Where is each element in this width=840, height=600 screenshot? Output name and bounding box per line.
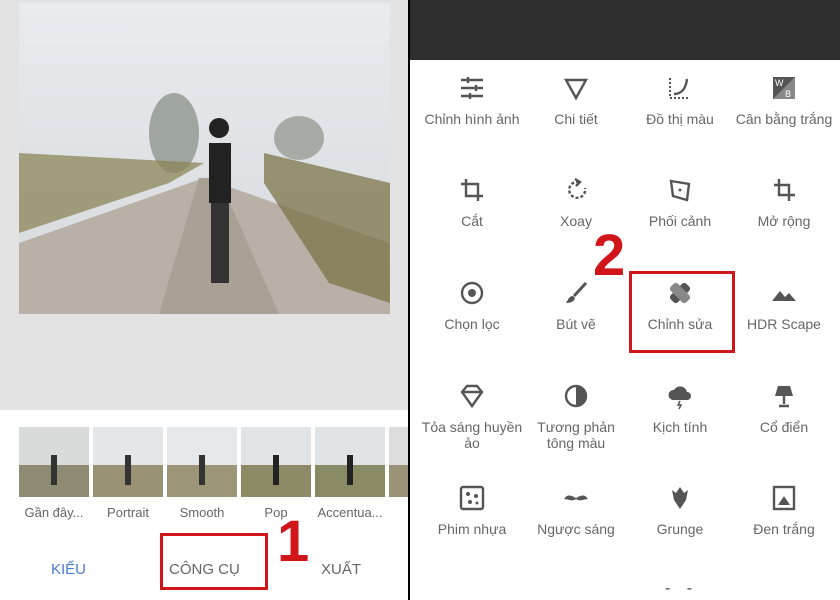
tonal-contrast-icon [564, 384, 588, 408]
tool-label: Bút vẽ [556, 316, 596, 332]
style-preset[interactable]: Smooth [167, 427, 237, 520]
curves-icon [669, 78, 690, 99]
tab-styles[interactable]: KIỂU [51, 561, 86, 578]
style-preset[interactable]: Fa [389, 427, 408, 520]
tool-20[interactable]: Đen trắng [732, 484, 836, 537]
tool-label: Chỉnh hình ảnh [424, 111, 520, 127]
step-number: 2 [593, 223, 626, 288]
tool-2[interactable]: Chi tiết [524, 74, 628, 127]
expand-icon [774, 179, 795, 201]
tool-18[interactable]: Ngược sáng [524, 484, 628, 537]
tool-label: Chọn lọc [444, 316, 500, 332]
tool-3[interactable]: Đồ thị màu [628, 74, 732, 127]
tool-1[interactable]: Chỉnh hình ảnh [420, 74, 524, 127]
tool-label: Cắt [461, 213, 483, 229]
tool-16[interactable]: Cổ điển [732, 382, 836, 435]
svg-text:W: W [775, 78, 784, 88]
scroll-indicator: - - [665, 580, 699, 597]
crop-icon [461, 179, 483, 201]
highlight-box [629, 271, 735, 353]
top-bar [410, 0, 840, 60]
vintage-lamp-icon [775, 386, 793, 408]
tool-label: Đồ thị màu [646, 111, 714, 127]
tool-label: Ngược sáng [537, 521, 615, 537]
retrolux-mustache-icon [564, 495, 588, 501]
tool-6[interactable]: Xoay [524, 176, 628, 229]
tool-9[interactable]: Chọn lọc [420, 279, 524, 332]
tool-8[interactable]: Mở rộng [732, 176, 836, 229]
tool-4[interactable]: W B Cân bằng trắng [732, 74, 836, 127]
black-white-icon [772, 485, 796, 511]
tool-7[interactable]: Phối cảnh [628, 176, 732, 229]
highlight-box [160, 533, 268, 590]
tool-5[interactable]: Cắt [420, 176, 524, 229]
tune-icon [461, 77, 483, 99]
grunge-icon [672, 487, 688, 509]
right-screenshot: Chỉnh hình ảnh Chi tiết Đồ thị màu W B Cân bằ… [410, 0, 840, 600]
step-number: 1 [277, 509, 310, 574]
tool-label: Chi tiết [554, 111, 598, 127]
tool-label: Tương phản tông màu [537, 419, 615, 451]
tool-label: Phim nhựa [437, 521, 507, 537]
tool-13[interactable]: Tỏa sáng huyền ảo [420, 382, 524, 451]
grainy-film-icon [459, 485, 485, 511]
tool-label: Mở rộng [757, 213, 811, 229]
image-canvas [0, 0, 408, 410]
tool-14[interactable]: Tương phản tông màu [524, 382, 628, 451]
tool-label: Cổ điển [759, 419, 809, 435]
perspective-icon [669, 179, 691, 202]
rotate-icon [568, 177, 587, 199]
tool-19[interactable]: Grunge [628, 484, 732, 537]
tool-12[interactable]: HDR Scape [732, 279, 836, 332]
edited-photo [19, 3, 390, 314]
tool-15[interactable]: Kịch tính [628, 382, 732, 435]
left-screenshot: Gần đây... Portrait Smooth Pop Accentua.… [0, 0, 408, 600]
tool-label: Kịch tính [652, 419, 708, 435]
style-presets: Gần đây... Portrait Smooth Pop Accentua.… [19, 427, 408, 520]
style-preset[interactable]: Gần đây... [19, 427, 89, 520]
selective-icon [460, 281, 484, 305]
brush-icon [566, 281, 588, 303]
mountain-icon [772, 291, 796, 301]
tool-label: Đen trắng [753, 521, 815, 537]
tool-label: Tỏa sáng huyền ảo [421, 419, 523, 451]
tool-17[interactable]: Phim nhựa [420, 484, 524, 537]
style-preset[interactable]: Accentua... [315, 427, 385, 520]
tab-export[interactable]: XUẤT [321, 561, 361, 578]
tool-label: Phối cảnh [648, 213, 712, 229]
tool-label: Grunge [656, 521, 704, 537]
style-preset[interactable]: Pop [241, 427, 311, 520]
glamour-glow-icon [460, 384, 484, 409]
style-preset[interactable]: Portrait [93, 427, 163, 520]
white-balance-icon: WB [773, 77, 795, 99]
tool-label: Cân bằng trắng [735, 111, 833, 127]
drama-cloud-icon [668, 386, 691, 410]
tool-label: HDR Scape [747, 316, 821, 332]
details-triangle-icon [563, 78, 589, 101]
svg-text:B: B [785, 89, 791, 99]
